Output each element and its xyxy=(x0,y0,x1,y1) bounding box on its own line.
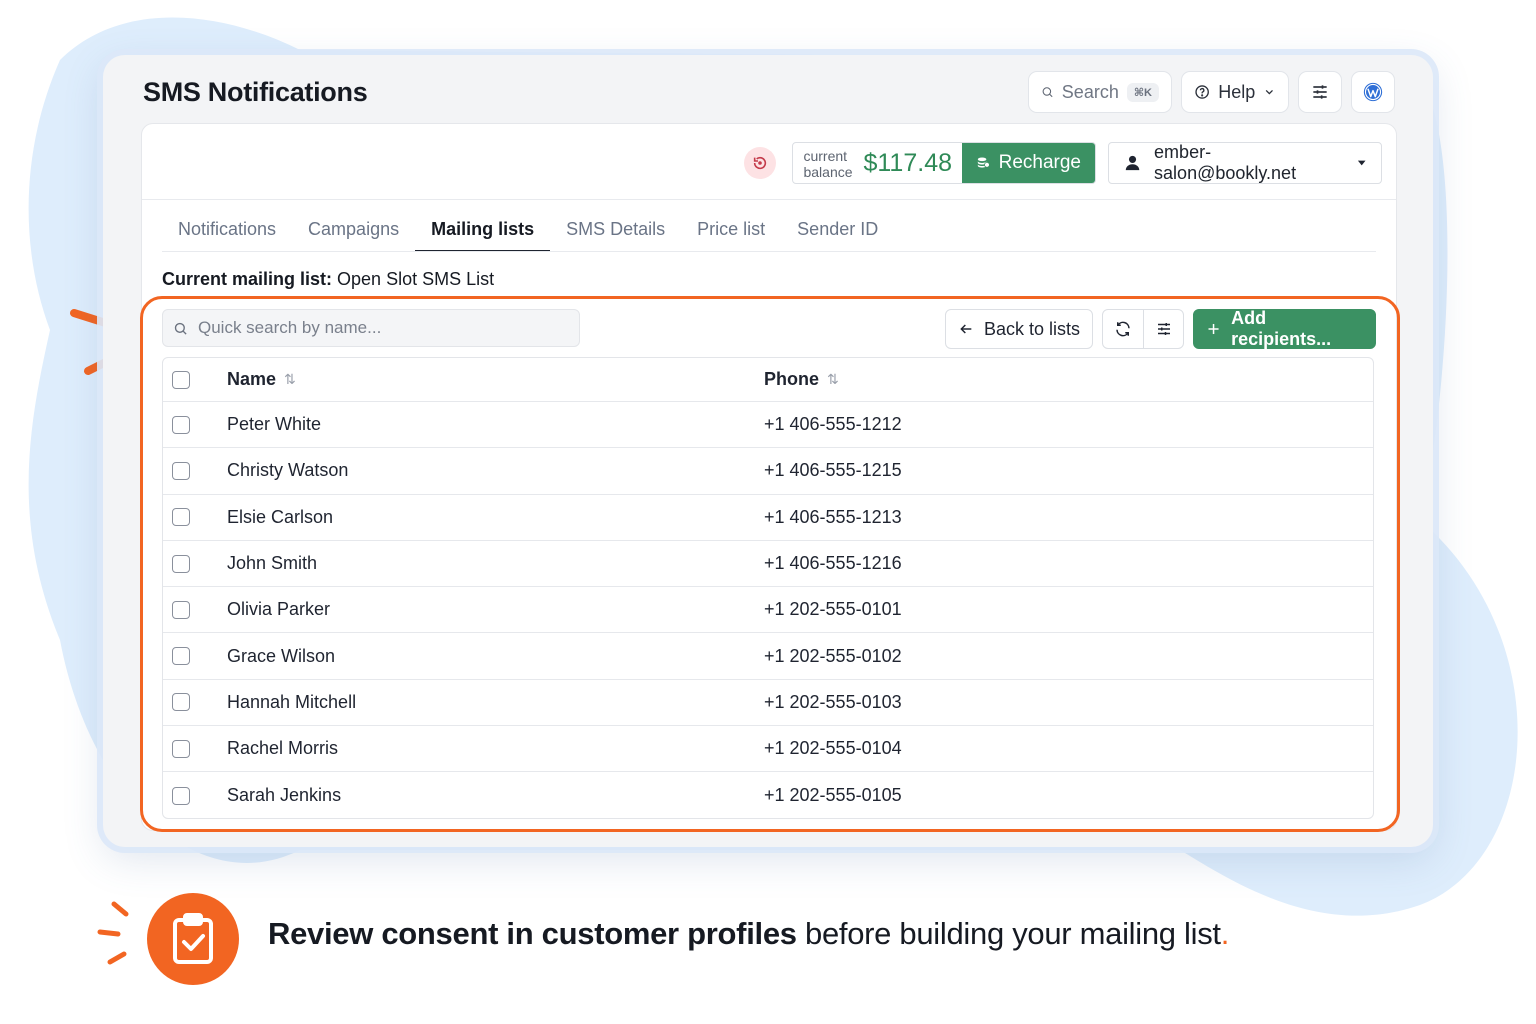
balance-row: current balance $117.48 Recharge ember-s… xyxy=(744,142,1382,184)
chevron-down-icon xyxy=(1266,89,1274,95)
search-icon xyxy=(1042,87,1053,98)
sliders-icon xyxy=(1313,85,1327,99)
highlight-outline xyxy=(140,296,1400,832)
balance-label: current balance xyxy=(793,143,853,183)
balance-box: current balance $117.48 Recharge xyxy=(792,142,1096,184)
tab-bar: Notifications Campaigns Mailing lists SM… xyxy=(162,216,894,252)
balance-label-line1: current xyxy=(803,148,848,164)
wordpress-icon xyxy=(1363,82,1383,102)
tip-text-period: . xyxy=(1220,916,1230,951)
user-icon xyxy=(1125,155,1140,171)
tab-sms-details[interactable]: SMS Details xyxy=(550,216,681,252)
header-divider xyxy=(142,199,1396,200)
account-dropdown[interactable]: ember-salon@bookly.net xyxy=(1108,142,1382,184)
page-title: SMS Notifications xyxy=(143,77,368,107)
tip-badge xyxy=(147,893,239,985)
coins-icon xyxy=(977,157,990,168)
app-window: SMS Notifications Search ⌘K Help current… xyxy=(103,55,1433,847)
balance-amount: $117.48 xyxy=(863,148,952,177)
current-list-label: Current mailing list: xyxy=(162,269,333,289)
global-search-button[interactable]: Search ⌘K xyxy=(1028,71,1172,113)
tab-notifications[interactable]: Notifications xyxy=(162,216,292,252)
balance-label-line2: balance xyxy=(803,164,853,180)
tabs-divider xyxy=(162,251,1376,252)
settings-button[interactable] xyxy=(1298,71,1342,113)
current-list-name: Open Slot SMS List xyxy=(337,269,495,289)
help-label: Help xyxy=(1218,81,1256,102)
tab-campaigns[interactable]: Campaigns xyxy=(292,216,415,252)
stage: SMS Notifications Search ⌘K Help current… xyxy=(0,0,1536,1024)
help-button[interactable]: Help xyxy=(1181,71,1289,113)
alert-indicator[interactable] xyxy=(744,147,777,179)
caret-down-icon xyxy=(1357,160,1366,166)
tip-text: Review consent in customer profiles befo… xyxy=(268,916,1229,952)
tab-price-list[interactable]: Price list xyxy=(681,216,781,252)
tip-text-rest: before building your mailing list xyxy=(796,916,1221,951)
wordpress-button[interactable] xyxy=(1351,71,1395,113)
tip-text-bold: Review consent in customer profiles xyxy=(268,916,797,951)
alert-icon xyxy=(754,156,767,170)
account-email: ember-salon@bookly.net xyxy=(1154,142,1297,183)
top-actions: Search ⌘K Help xyxy=(1028,71,1395,113)
current-mailing-list: Current mailing list: Open Slot SMS List xyxy=(162,269,494,290)
search-label: Search xyxy=(1061,81,1119,102)
recharge-button[interactable]: Recharge xyxy=(962,143,1095,183)
help-circle-icon xyxy=(1195,85,1209,99)
burst-lines-bottom xyxy=(97,901,129,965)
tab-sender-id[interactable]: Sender ID xyxy=(781,216,894,252)
search-shortcut: ⌘K xyxy=(1126,82,1159,102)
tab-mailing-lists[interactable]: Mailing lists xyxy=(415,216,551,252)
clipboard-check-icon xyxy=(173,913,213,964)
recharge-label: Recharge xyxy=(998,152,1081,173)
